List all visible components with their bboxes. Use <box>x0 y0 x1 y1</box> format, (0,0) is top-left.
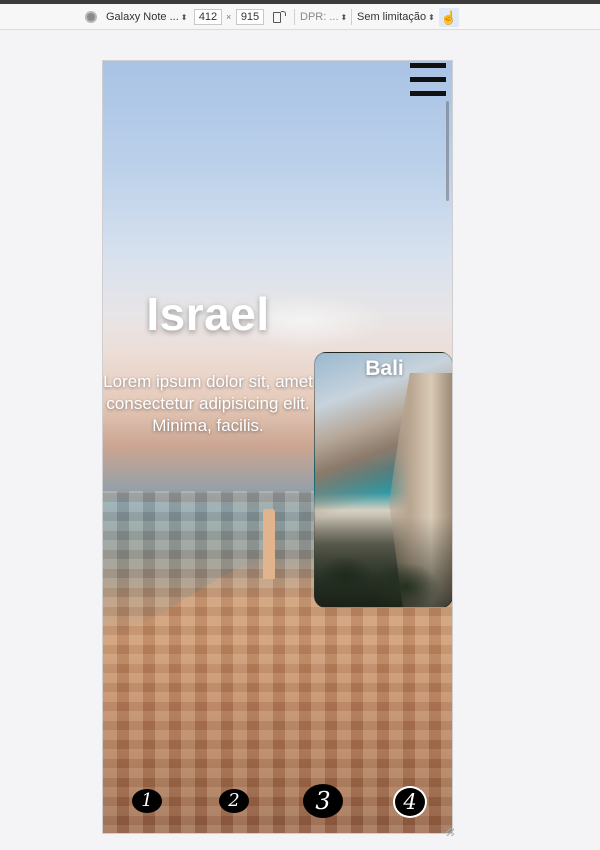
device-select[interactable]: Galaxy Note ... ⬍ <box>106 8 187 26</box>
dpr-select-arrow-icon: ⬍ <box>340 13 348 22</box>
hero-description: Lorem ipsum dolor sit, amet consectetur … <box>103 372 313 435</box>
destination-card[interactable]: Bali <box>314 352 452 608</box>
hamburger-bar <box>410 91 446 96</box>
width-input[interactable]: 412 <box>194 9 222 25</box>
background-tower <box>263 509 275 579</box>
scrollbar[interactable] <box>446 101 449 201</box>
dpr-select-label: DPR: ... <box>300 11 339 23</box>
hero-title: Israel <box>146 288 270 340</box>
pagination-dot-1[interactable]: 1 <box>132 789 162 813</box>
viewport-resize-handle[interactable] <box>446 828 454 836</box>
height-input[interactable]: 915 <box>236 9 264 25</box>
dpr-select[interactable]: DPR: ... ⬍ <box>300 8 347 26</box>
hamburger-bar <box>410 63 446 68</box>
pagination-dot-3[interactable]: 3 <box>303 784 343 818</box>
hamburger-bar <box>410 77 446 82</box>
throttle-select[interactable]: Sem limitação ⬍ <box>357 8 435 26</box>
device-viewport: Israel Lorem ipsum dolor sit, amet conse… <box>102 60 453 834</box>
toolbar-divider <box>294 9 295 25</box>
card-image-palms <box>315 517 452 607</box>
device-select-arrow-icon: ⬍ <box>180 13 188 22</box>
chrome-icon <box>85 11 97 23</box>
pagination-dot-2[interactable]: 2 <box>219 789 249 813</box>
pagination-dot-4-active[interactable]: 4 <box>393 786 427 818</box>
toolbar-divider <box>351 9 352 25</box>
hamburger-icon[interactable] <box>410 63 446 97</box>
card-title: Bali <box>365 357 404 380</box>
times-sign: × <box>226 12 232 22</box>
touch-icon[interactable]: ☝ <box>439 8 459 27</box>
throttle-select-arrow-icon: ⬍ <box>428 13 435 22</box>
device-select-label: Galaxy Note ... <box>106 11 179 23</box>
device-toolbar: Galaxy Note ... ⬍ 412 × 915 DPR: ... ⬍ Sem… <box>0 4 600 30</box>
throttle-select-label: Sem limitação <box>357 11 427 23</box>
rotate-icon[interactable] <box>273 11 286 23</box>
